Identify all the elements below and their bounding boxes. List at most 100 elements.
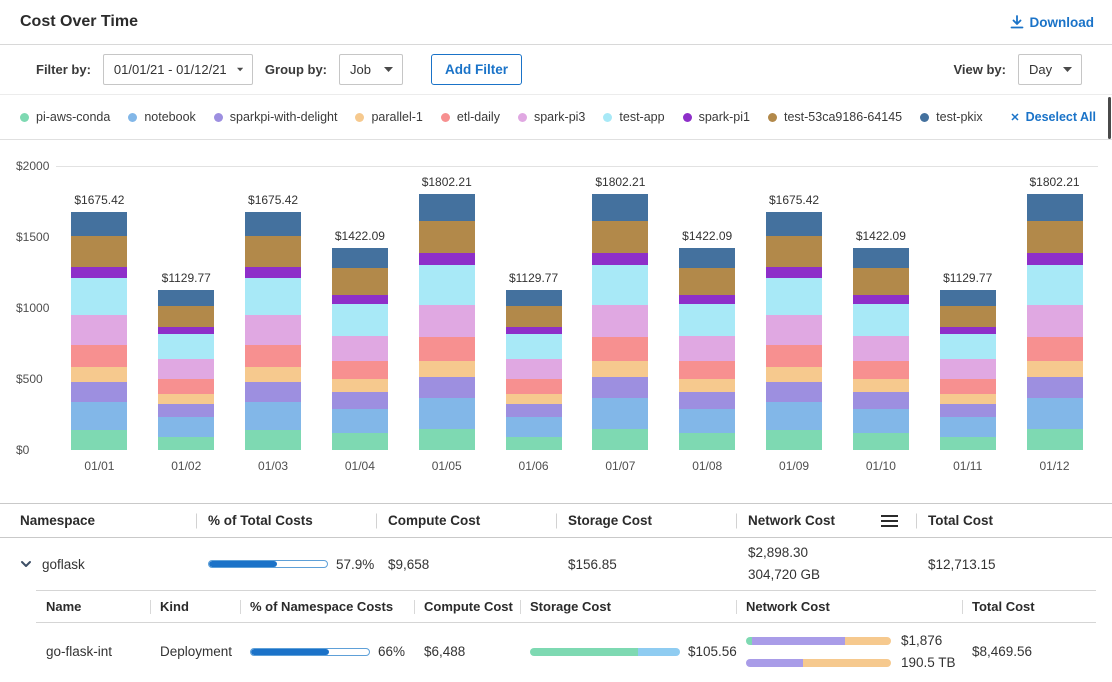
- segment-spark-pi1[interactable]: [766, 267, 822, 278]
- segment-sparkpi-with-delight[interactable]: [71, 382, 127, 402]
- segment-spark-pi1[interactable]: [71, 267, 127, 278]
- segment-spark-pi3[interactable]: [679, 336, 735, 361]
- segment-test-app[interactable]: [71, 278, 127, 316]
- segment-etl-daily[interactable]: [332, 361, 388, 379]
- stacked-bar[interactable]: [419, 194, 475, 450]
- segment-etl-daily[interactable]: [506, 379, 562, 394]
- segment-parallel-1[interactable]: [332, 379, 388, 392]
- segment-spark-pi3[interactable]: [71, 315, 127, 345]
- segment-notebook[interactable]: [158, 417, 214, 436]
- segment-notebook[interactable]: [940, 417, 996, 436]
- column-header-network[interactable]: Network Cost: [736, 504, 916, 537]
- column-header-compute[interactable]: Compute Cost: [414, 591, 520, 622]
- segment-sparkpi-with-delight[interactable]: [245, 382, 301, 402]
- segment-test-53ca9186-64145[interactable]: [71, 236, 127, 267]
- group-by-select[interactable]: Job: [339, 54, 403, 85]
- segment-test-53ca9186-64145[interactable]: [1027, 221, 1083, 254]
- legend-item-sparkpi-with-delight[interactable]: sparkpi-with-delight: [214, 110, 338, 124]
- segment-test-app[interactable]: [506, 334, 562, 360]
- segment-test-pkix[interactable]: [1027, 194, 1083, 221]
- segment-etl-daily[interactable]: [419, 337, 475, 360]
- segment-pi-aws-conda[interactable]: [766, 430, 822, 450]
- segment-test-app[interactable]: [766, 278, 822, 316]
- segment-etl-daily[interactable]: [679, 361, 735, 379]
- segment-spark-pi1[interactable]: [332, 295, 388, 304]
- segment-pi-aws-conda[interactable]: [592, 429, 648, 450]
- column-header-total[interactable]: Total Cost: [916, 504, 1096, 537]
- segment-parallel-1[interactable]: [506, 394, 562, 404]
- segment-test-app[interactable]: [940, 334, 996, 360]
- table-row-go-flask-int[interactable]: go-flask-int Deployment 66% $6,488 $105.…: [36, 623, 1096, 680]
- segment-test-53ca9186-64145[interactable]: [245, 236, 301, 267]
- segment-sparkpi-with-delight[interactable]: [679, 392, 735, 409]
- segment-parallel-1[interactable]: [158, 394, 214, 404]
- segment-test-53ca9186-64145[interactable]: [506, 306, 562, 327]
- segment-test-app[interactable]: [158, 334, 214, 360]
- segment-etl-daily[interactable]: [71, 345, 127, 367]
- segment-sparkpi-with-delight[interactable]: [332, 392, 388, 409]
- segment-spark-pi1[interactable]: [245, 267, 301, 278]
- segment-notebook[interactable]: [71, 402, 127, 430]
- segment-test-pkix[interactable]: [592, 194, 648, 221]
- segment-notebook[interactable]: [853, 409, 909, 433]
- legend-item-test-53ca9186-64145[interactable]: test-53ca9186-64145: [768, 110, 902, 124]
- segment-parallel-1[interactable]: [71, 367, 127, 382]
- segment-parallel-1[interactable]: [419, 361, 475, 377]
- segment-spark-pi3[interactable]: [158, 359, 214, 379]
- segment-spark-pi3[interactable]: [506, 359, 562, 379]
- segment-spark-pi1[interactable]: [419, 253, 475, 264]
- segment-notebook[interactable]: [419, 398, 475, 429]
- segment-notebook[interactable]: [592, 398, 648, 429]
- segment-spark-pi1[interactable]: [506, 327, 562, 334]
- column-header-name[interactable]: Name: [36, 591, 150, 622]
- segment-test-pkix[interactable]: [71, 212, 127, 236]
- segment-test-53ca9186-64145[interactable]: [158, 306, 214, 327]
- segment-test-app[interactable]: [332, 304, 388, 336]
- stacked-bar[interactable]: [592, 194, 648, 450]
- deselect-all-button[interactable]: ✕ Deselect All: [1010, 110, 1096, 124]
- segment-parallel-1[interactable]: [940, 394, 996, 404]
- segment-test-app[interactable]: [419, 265, 475, 305]
- segment-sparkpi-with-delight[interactable]: [419, 377, 475, 398]
- segment-parallel-1[interactable]: [679, 379, 735, 392]
- stacked-bar[interactable]: [332, 248, 388, 450]
- segment-test-pkix[interactable]: [506, 290, 562, 306]
- segment-sparkpi-with-delight[interactable]: [853, 392, 909, 409]
- column-header-storage[interactable]: Storage Cost: [520, 591, 736, 622]
- stacked-bar[interactable]: [506, 290, 562, 450]
- stacked-bar[interactable]: [766, 212, 822, 450]
- segment-pi-aws-conda[interactable]: [940, 437, 996, 450]
- column-settings-icon[interactable]: [881, 512, 898, 530]
- segment-pi-aws-conda[interactable]: [158, 437, 214, 450]
- date-range-select[interactable]: 01/01/21 - 01/12/21: [103, 54, 253, 85]
- segment-spark-pi3[interactable]: [419, 305, 475, 337]
- stacked-bar[interactable]: [245, 212, 301, 450]
- segment-parallel-1[interactable]: [245, 367, 301, 382]
- segment-notebook[interactable]: [245, 402, 301, 430]
- segment-etl-daily[interactable]: [245, 345, 301, 367]
- column-header-network[interactable]: Network Cost: [736, 591, 962, 622]
- segment-pi-aws-conda[interactable]: [506, 437, 562, 450]
- segment-test-pkix[interactable]: [245, 212, 301, 236]
- segment-test-53ca9186-64145[interactable]: [766, 236, 822, 267]
- segment-sparkpi-with-delight[interactable]: [940, 404, 996, 417]
- segment-spark-pi1[interactable]: [853, 295, 909, 304]
- segment-parallel-1[interactable]: [766, 367, 822, 382]
- chevron-down-icon[interactable]: [20, 560, 32, 568]
- add-filter-button[interactable]: Add Filter: [431, 54, 522, 85]
- column-header-kind[interactable]: Kind: [150, 591, 240, 622]
- segment-pi-aws-conda[interactable]: [245, 430, 301, 450]
- segment-test-app[interactable]: [592, 265, 648, 305]
- segment-spark-pi3[interactable]: [245, 315, 301, 345]
- segment-test-53ca9186-64145[interactable]: [679, 268, 735, 294]
- segment-test-53ca9186-64145[interactable]: [419, 221, 475, 254]
- scrollbar-thumb[interactable]: [1108, 97, 1111, 139]
- segment-test-pkix[interactable]: [766, 212, 822, 236]
- table-row-goflask[interactable]: goflask 57.9% $9,658 $156.85 $2,898.30 3…: [0, 538, 1112, 590]
- segment-pi-aws-conda[interactable]: [419, 429, 475, 450]
- segment-pi-aws-conda[interactable]: [853, 433, 909, 450]
- segment-test-pkix[interactable]: [940, 290, 996, 306]
- stacked-bar[interactable]: [71, 212, 127, 450]
- segment-notebook[interactable]: [679, 409, 735, 433]
- column-header-namespace[interactable]: Namespace: [20, 504, 196, 537]
